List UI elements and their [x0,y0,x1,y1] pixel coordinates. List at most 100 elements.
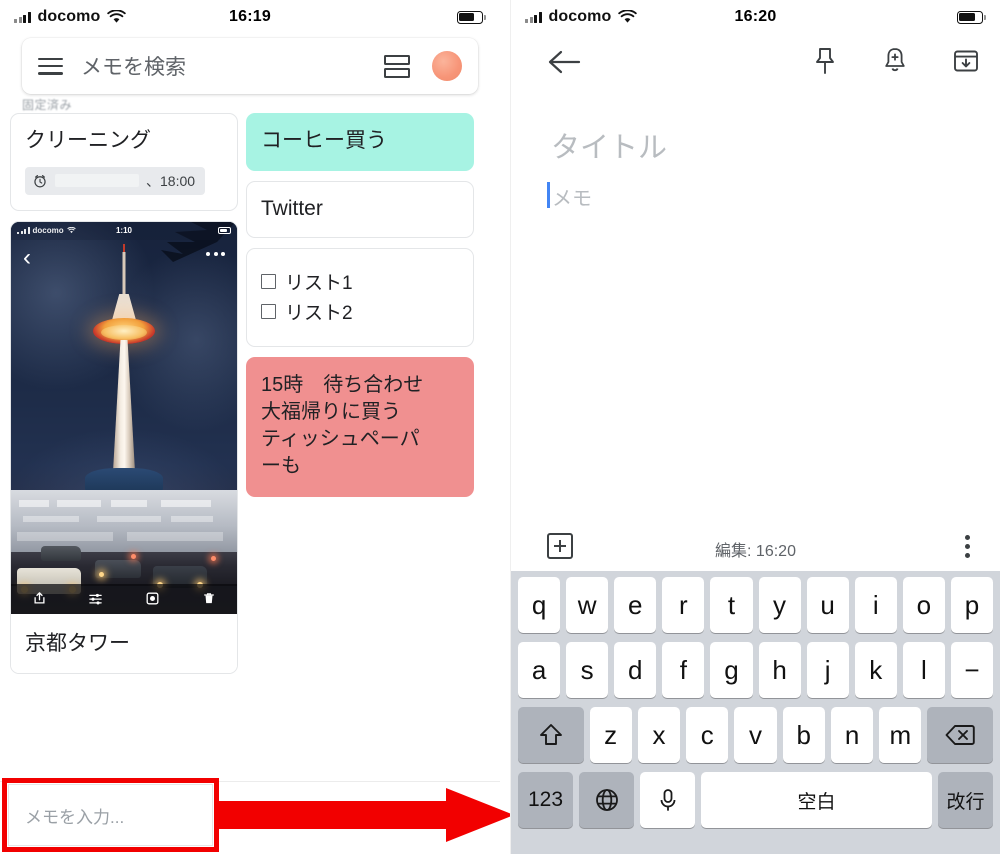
account-avatar[interactable] [432,51,462,81]
key-x[interactable]: x [637,707,681,763]
note-card-photo[interactable]: docomo 1:10 ‹ 京都タワー [10,220,238,674]
key-p[interactable]: p [950,577,993,633]
checkbox-icon[interactable] [261,274,276,290]
note-card-reminder[interactable]: クリーニング 、18:00 [10,113,238,211]
share-icon[interactable] [11,591,68,606]
archive-icon[interactable] [952,47,980,80]
battery-icon [956,10,983,24]
backspace-icon[interactable] [927,707,994,763]
key-a[interactable]: a [518,642,561,698]
pin-icon[interactable] [812,46,838,81]
key-m[interactable]: m [879,707,922,763]
numbers-key[interactable]: 123 [518,772,573,828]
key-h[interactable]: h [758,642,801,698]
editor-bottom-toolbar: 編集: 16:20 [511,525,1000,571]
battery-cap [484,14,486,20]
key-k[interactable]: k [854,642,897,698]
note-title: Twitter [261,196,323,220]
key-b[interactable]: b [782,707,825,763]
key-hyphen[interactable]: − [950,642,993,698]
key-o[interactable]: o [902,577,945,633]
status-bar-clock: 16:19 [229,8,271,25]
key-u[interactable]: u [806,577,849,633]
key-z[interactable]: z [589,707,632,763]
note-title: 15時 待ち合わせ 大福帰りに買う ティッシュペーパ ーも [261,374,424,478]
back-arrow-icon[interactable] [547,48,581,81]
note-body: Twitter [247,182,473,238]
checkbox-icon[interactable] [261,304,276,320]
note-body: クリーニング 、18:00 [11,114,237,210]
key-c[interactable]: c [686,707,729,763]
note-body: リスト1 リスト2 [247,249,473,346]
battery-cap [984,14,986,20]
photo-toolbar [11,583,238,614]
list-view-icon[interactable] [384,54,410,78]
status-bar-right [956,10,986,24]
search-input[interactable]: メモを検索 [81,51,384,81]
key-n[interactable]: n [830,707,874,763]
note-title-input[interactable]: タイトル [551,124,667,166]
markup-icon[interactable] [124,591,181,606]
keyboard-row-3: z x c v b n m [511,707,1000,763]
editor-actions [812,46,980,81]
adjust-sliders-icon[interactable] [68,591,125,606]
checklist-label: リスト2 [285,303,353,325]
key-g[interactable]: g [710,642,753,698]
key-v[interactable]: v [734,707,777,763]
key-r[interactable]: r [662,577,705,633]
note-card-twitter[interactable]: Twitter [246,180,474,239]
red-right-arrow [214,788,514,842]
microphone-icon[interactable] [640,772,695,828]
keyboard-row-4: 123 空白 改行 [511,772,1000,828]
shift-arrow-icon[interactable] [517,707,584,763]
embedded-clock: 1:10 [115,226,132,236]
globe-language-icon[interactable] [579,772,634,828]
street-foreground [11,545,237,594]
search-bar[interactable]: メモを検索 [22,38,478,94]
tower-antenna [122,251,126,298]
right-status-bar: docomo 16:20 [511,0,1000,34]
checklist-item[interactable]: リスト2 [261,298,459,325]
note-title: コーヒー買う [261,129,387,152]
battery-icon [456,10,483,24]
space-key[interactable]: 空白 [701,772,932,828]
memo-input[interactable]: メモを入力... [8,784,213,846]
return-key[interactable]: 改行 [938,772,993,828]
key-l[interactable]: l [902,642,945,698]
keyboard-row-2: a s d f g h j k l − [511,642,1000,698]
key-s[interactable]: s [566,642,609,698]
photo-thumbnail: docomo 1:10 ‹ [11,221,238,614]
hamburger-menu-icon[interactable] [38,57,63,75]
keyboard-row-1: q w e r t y u i o p [511,577,1000,633]
key-j[interactable]: j [806,642,849,698]
edited-timestamp: 編集: 16:20 [715,543,796,560]
checklist-item[interactable]: リスト1 [261,268,459,295]
text-caret [547,182,550,208]
key-q[interactable]: q [518,577,561,633]
key-i[interactable]: i [854,577,897,633]
checklist-label: リスト1 [285,273,353,295]
add-reminder-bell-icon[interactable] [882,46,908,81]
embedded-status-bar: docomo 1:10 [11,221,237,240]
key-d[interactable]: d [614,642,657,698]
battery-icon [218,227,231,235]
status-bar-clock: 16:20 [734,8,777,25]
note-body-input[interactable]: メモ [552,182,592,211]
status-bar-right [456,10,486,24]
key-y[interactable]: y [758,577,801,633]
key-f[interactable]: f [662,642,705,698]
trash-icon[interactable] [181,591,238,606]
reminder-chip[interactable]: 、18:00 [25,166,206,195]
note-card-checklist[interactable]: リスト1 リスト2 [246,248,474,348]
embedded-status-right [218,227,231,235]
note-card-coffee[interactable]: コーヒー買う [246,113,474,171]
redacted-date [55,174,139,188]
more-vertical-icon[interactable] [965,535,970,558]
note-card-errands[interactable]: 15時 待ち合わせ 大福帰りに買う ティッシュペーパ ーも [246,357,474,498]
key-t[interactable]: t [710,577,753,633]
right-phone-panel: docomo 16:20 タイトル メモ 編集: 16:20 q w e r t… [510,0,1000,854]
more-options-icon[interactable] [206,251,225,256]
key-e[interactable]: e [614,577,657,633]
key-w[interactable]: w [566,577,609,633]
chevron-left-icon[interactable]: ‹ [23,245,31,270]
